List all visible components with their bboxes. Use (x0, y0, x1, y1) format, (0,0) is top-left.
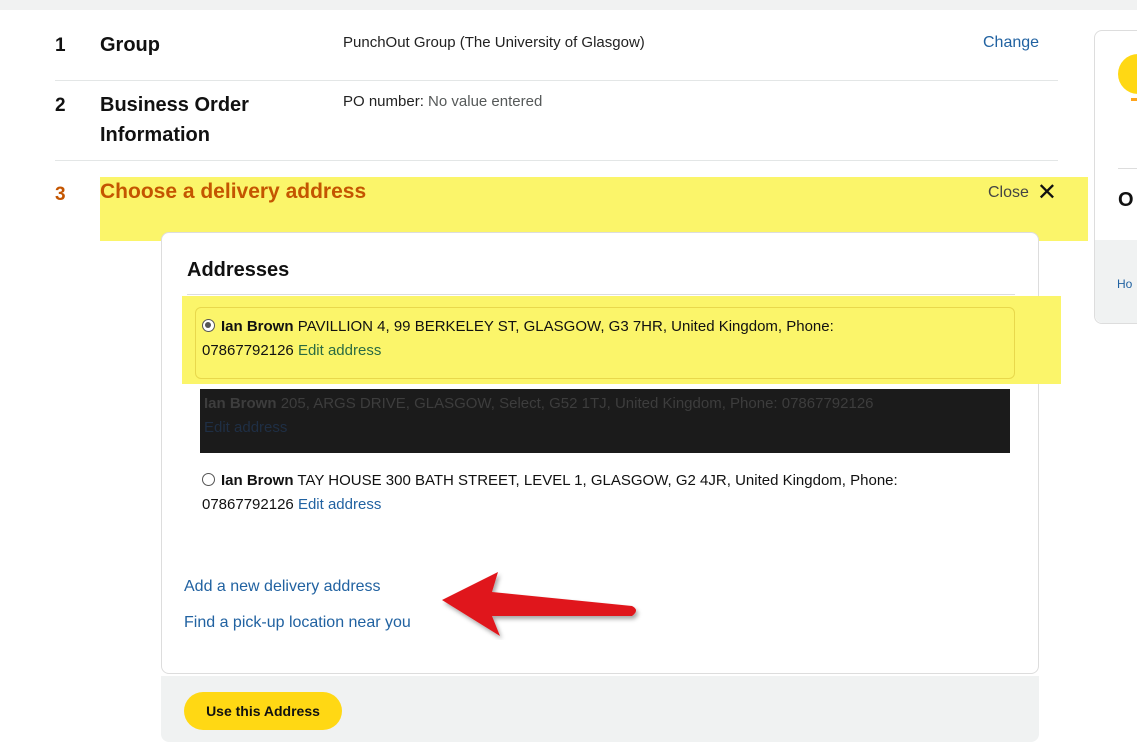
order-summary-link[interactable]: Ho (1117, 277, 1132, 291)
address-phone: 07867792126 (202, 342, 294, 359)
step-1-value: PunchOut Group (The University of Glasgo… (343, 34, 645, 51)
addresses-heading: Addresses (187, 259, 290, 281)
step-2-title: Business Order Information (100, 90, 249, 150)
address-name: Ian Brown (221, 318, 294, 335)
step-3-title: Choose a delivery address (100, 180, 367, 203)
step-3-number: 3 (55, 184, 66, 205)
radio-selected-icon[interactable] (202, 319, 215, 332)
use-this-address-button[interactable]: Use this Address (184, 692, 342, 730)
address-option[interactable]: Ian Brown PAVILLION 4, 99 BERKELEY ST, G… (202, 315, 1002, 363)
find-pickup-location-link[interactable]: Find a pick-up location near you (184, 614, 411, 632)
step-2-number: 2 (55, 95, 66, 116)
close-link[interactable]: Close ✕ (988, 179, 1058, 206)
edit-address-link[interactable]: Edit address (298, 342, 381, 359)
divider (55, 80, 1058, 81)
divider (55, 160, 1058, 161)
address-name: Ian Brown (221, 472, 294, 489)
address-phone: 07867792126 (202, 496, 294, 513)
red-arrow-annotation (442, 572, 636, 636)
address-name: Ian Brown (204, 395, 277, 412)
change-group-link[interactable]: Change (983, 34, 1039, 52)
close-label: Close (988, 184, 1029, 201)
divider (1118, 168, 1137, 169)
address-text: TAY HOUSE 300 BATH STREET, LEVEL 1, GLAS… (297, 472, 898, 489)
step-2-title-line1: Business Order (100, 94, 249, 116)
arrow-shape (442, 572, 636, 636)
address-text: PAVILLION 4, 99 BERKELEY ST, GLASGOW, G3… (297, 318, 834, 335)
po-number-text: No value entered (428, 93, 543, 110)
po-number-value: PO number: No value entered (343, 93, 542, 110)
edit-address-link[interactable]: Edit address (204, 419, 287, 436)
redacted-address-option[interactable]: Ian Brown 205, ARGS DRIVE, GLASGOW, Sele… (200, 389, 1010, 453)
step-2-title-line2: Information (100, 124, 210, 146)
edit-address-link[interactable]: Edit address (298, 496, 381, 513)
po-number-label: PO number: (343, 93, 424, 110)
step-1-number: 1 (55, 35, 66, 56)
order-summary-heading: O (1118, 189, 1134, 211)
add-delivery-address-link[interactable]: Add a new delivery address (184, 578, 381, 596)
divider (187, 294, 1015, 295)
decorative-dash (1131, 98, 1137, 101)
address-text: 205, ARGS DRIVE, GLASGOW, Select, G52 1T… (280, 395, 874, 412)
close-icon: ✕ (1036, 179, 1058, 206)
top-bar (0, 0, 1137, 10)
step-1-title: Group (100, 34, 160, 56)
address-option[interactable]: Ian Brown TAY HOUSE 300 BATH STREET, LEV… (202, 469, 1012, 517)
radio-unselected-icon[interactable] (202, 473, 215, 486)
